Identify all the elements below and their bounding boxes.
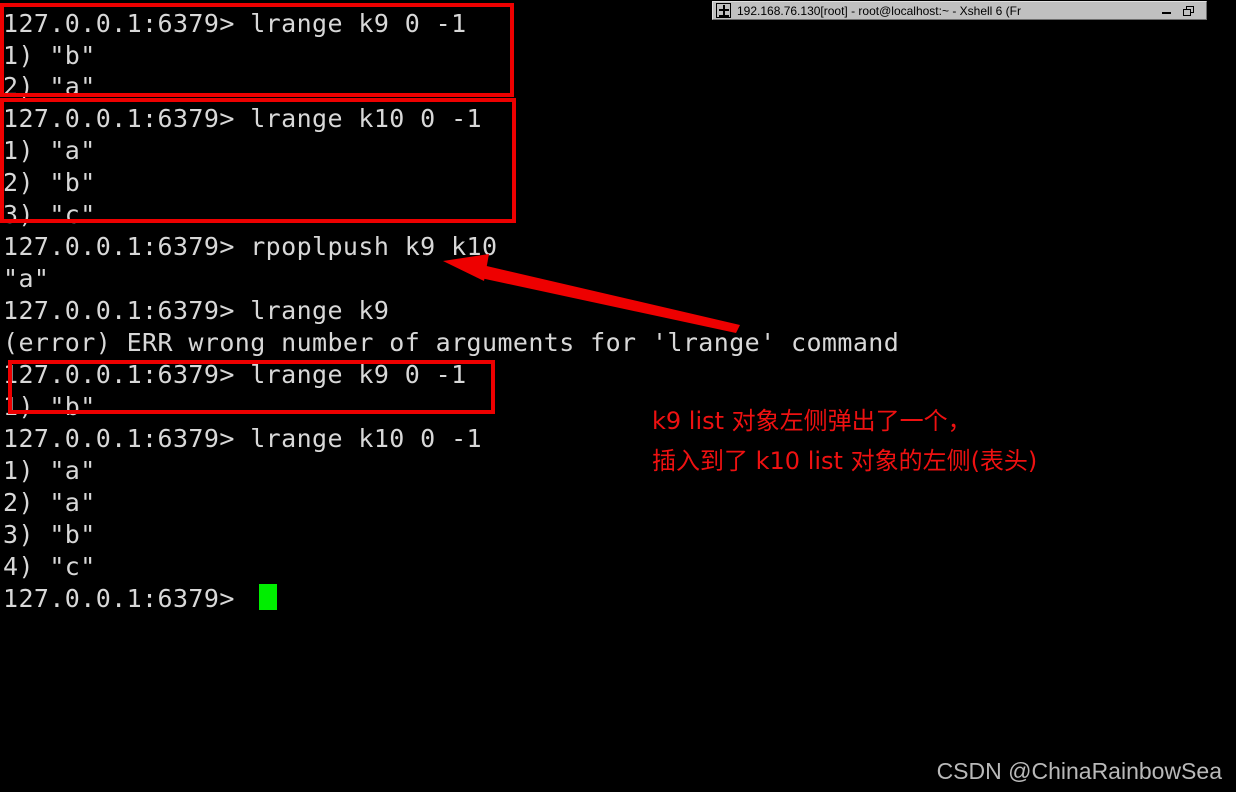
- terminal-cursor: [259, 584, 277, 610]
- terminal-line: 127.0.0.1:6379> lrange k10 0 -1: [3, 424, 482, 453]
- terminal-line: 127.0.0.1:6379> lrange k9: [3, 296, 390, 325]
- annotation-note-line-1: k9 list 对象左侧弹出了一个，: [652, 407, 972, 435]
- terminal-line: 2) "b": [3, 168, 96, 197]
- terminal-line: 1) "a": [3, 136, 96, 165]
- terminal-line: 2) "a": [3, 488, 96, 517]
- window-controls: [1156, 2, 1200, 19]
- terminal-line: 3) "c": [3, 200, 96, 229]
- terminal-line: 127.0.0.1:6379> rpoplpush k9 k10: [3, 232, 498, 261]
- minimize-icon: [1162, 12, 1171, 14]
- minimize-button[interactable]: [1156, 2, 1178, 19]
- terminal-line: 4) "c": [3, 552, 96, 581]
- xshell-app-icon[interactable]: [716, 3, 731, 18]
- terminal-line: 1) "a": [3, 456, 96, 485]
- annotation-note-line-2: 插入到了 k10 list 对象的左侧(表头): [652, 447, 1038, 475]
- restore-button[interactable]: [1178, 2, 1200, 19]
- terminal-line: 127.0.0.1:6379>: [3, 584, 251, 613]
- watermark-text: CSDN @ChinaRainbowSea: [936, 758, 1222, 784]
- terminal-line: "a": [3, 264, 50, 293]
- terminal-line: 2) "a": [3, 72, 96, 101]
- window-title-bar[interactable]: 192.168.76.130[root] - root@localhost:~ …: [712, 1, 1207, 20]
- terminal-line: 1) "b": [3, 41, 96, 70]
- terminal-line: 127.0.0.1:6379> lrange k9 0 -1: [3, 360, 467, 389]
- window-title-text: 192.168.76.130[root] - root@localhost:~ …: [737, 3, 1021, 18]
- terminal-line: 127.0.0.1:6379> lrange k9 0 -1: [3, 9, 467, 38]
- terminal-line: 1) "b": [3, 392, 96, 421]
- terminal-line: (error) ERR wrong number of arguments fo…: [3, 328, 900, 357]
- terminal-line: 127.0.0.1:6379> lrange k10 0 -1: [3, 104, 482, 133]
- terminal-screen[interactable]: 127.0.0.1:6379> lrange k9 0 -1 1) "b" 2)…: [0, 0, 1236, 792]
- terminal-line: 3) "b": [3, 520, 96, 549]
